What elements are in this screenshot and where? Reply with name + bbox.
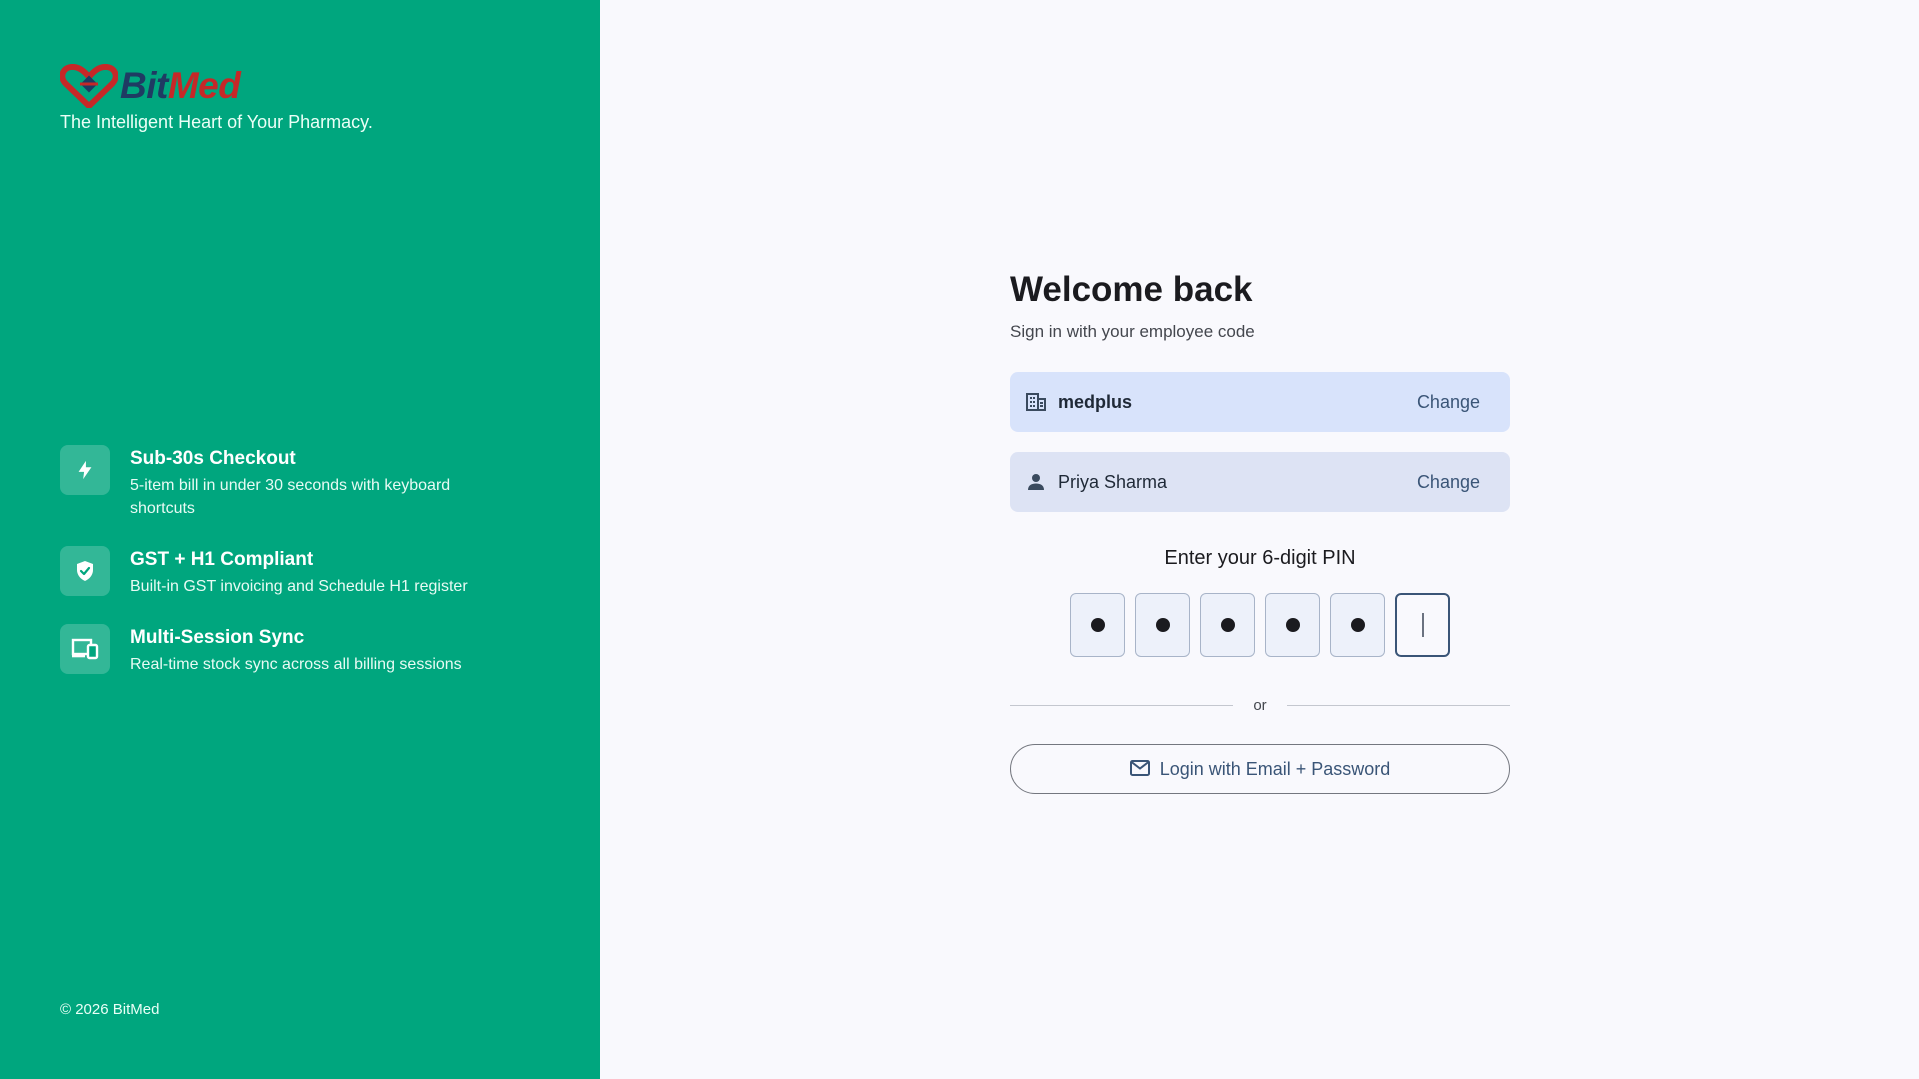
- or-divider: or: [1010, 697, 1510, 714]
- feature-item: Sub-30s Checkout 5-item bill in under 30…: [60, 445, 520, 520]
- user-name: Priya Sharma: [1058, 471, 1168, 492]
- divider-text: or: [1253, 697, 1267, 714]
- feature-list: Sub-30s Checkout 5-item bill in under 30…: [60, 445, 520, 702]
- devices-icon: [60, 624, 110, 674]
- organization-chip: medplus Change: [1010, 372, 1510, 432]
- pin-digit-box[interactable]: [1200, 593, 1255, 657]
- pin-dot: [1220, 618, 1235, 632]
- text-caret: [1421, 613, 1424, 637]
- organization-name: medplus: [1058, 391, 1133, 412]
- email-login-label: Login with Email + Password: [1159, 758, 1391, 779]
- page-title: Welcome back: [1010, 270, 1253, 309]
- pin-dot: [1285, 618, 1300, 632]
- feature-description: Real-time stock sync across all billing …: [130, 656, 462, 673]
- feature-item: GST + H1 Compliant Built-in GST invoicin…: [60, 546, 520, 598]
- page-subtitle: Sign in with your employee code: [1010, 322, 1255, 341]
- pin-dot: [1350, 618, 1365, 632]
- brand-name: BitMed: [120, 65, 241, 106]
- pin-digit-box-active[interactable]: [1395, 593, 1450, 657]
- heart-logo-icon: [60, 64, 118, 108]
- brand-panel: BitMed The Intelligent Heart of Your Pha…: [0, 0, 600, 1079]
- email-login-button[interactable]: Login with Email + Password: [1010, 744, 1510, 794]
- pin-digit-box[interactable]: [1265, 593, 1320, 657]
- mail-icon: [1129, 759, 1150, 779]
- feature-title: Multi-Session Sync: [130, 627, 305, 648]
- divider-line: [1286, 705, 1510, 706]
- feature-item: Multi-Session Sync Real-time stock sync …: [60, 624, 520, 676]
- change-organization-button[interactable]: Change: [1417, 392, 1480, 413]
- change-user-button[interactable]: Change: [1417, 472, 1480, 493]
- copyright-text: © 2026 BitMed: [60, 1001, 160, 1018]
- person-icon: [1025, 471, 1047, 493]
- building-icon: [1025, 391, 1047, 413]
- brand-logo: BitMed: [60, 64, 241, 108]
- shield-check-icon: [60, 546, 110, 596]
- brand-tagline: The Intelligent Heart of Your Pharmacy.: [60, 112, 373, 132]
- pin-label: Enter your 6-digit PIN: [1164, 547, 1356, 569]
- pin-dot: [1155, 618, 1170, 632]
- pin-input: [1010, 593, 1510, 657]
- user-chip: Priya Sharma Change: [1010, 452, 1510, 512]
- feature-title: GST + H1 Compliant: [130, 549, 314, 570]
- pin-digit-box[interactable]: [1070, 593, 1125, 657]
- divider-line: [1010, 705, 1234, 706]
- pin-dot: [1090, 618, 1105, 632]
- feature-description: Built-in GST invoicing and Schedule H1 r…: [130, 578, 468, 595]
- pin-digit-box[interactable]: [1330, 593, 1385, 657]
- feature-title: Sub-30s Checkout: [130, 448, 296, 469]
- lightning-icon: [60, 445, 110, 495]
- feature-description: 5-item bill in under 30 seconds with key…: [130, 477, 451, 517]
- login-form: Welcome back Sign in with your employee …: [1010, 270, 1510, 794]
- pin-digit-box[interactable]: [1135, 593, 1190, 657]
